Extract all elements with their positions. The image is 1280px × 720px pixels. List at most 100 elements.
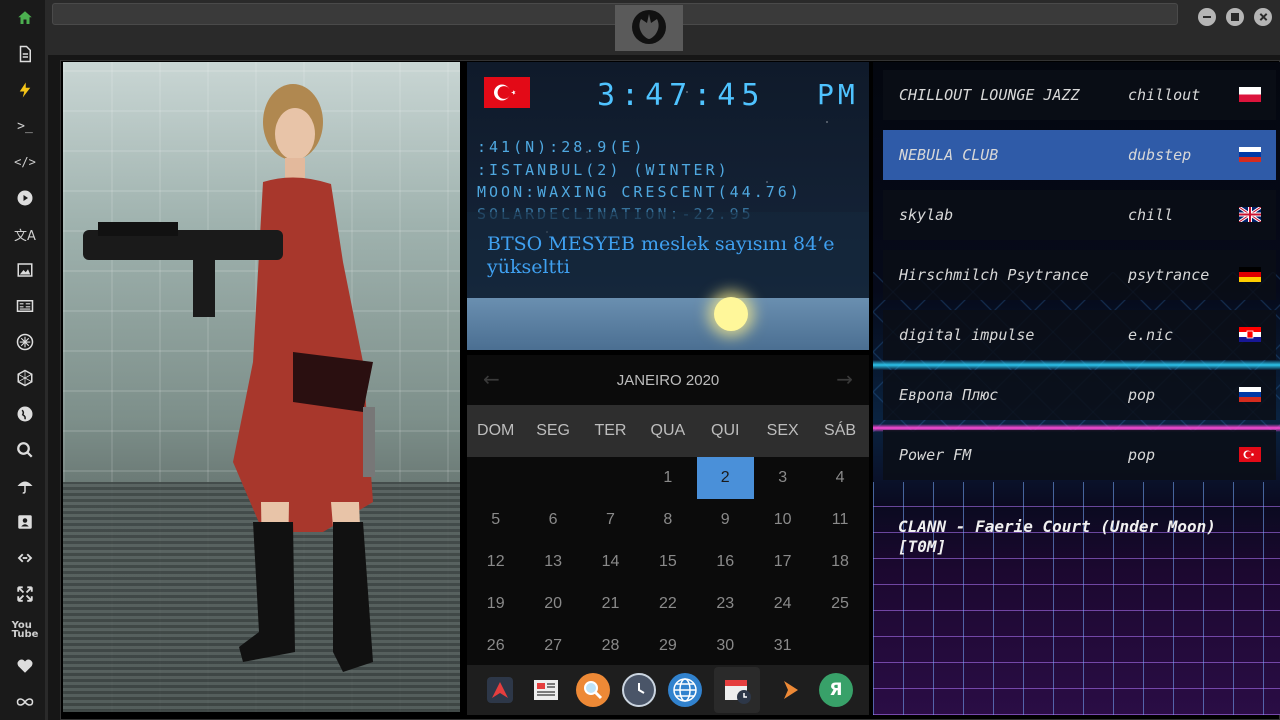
youtube-icon[interactable]: You Tube [12, 618, 39, 642]
next-month-arrow-icon[interactable]: → [836, 367, 853, 391]
arrow-up-app-icon[interactable] [483, 673, 518, 707]
calendar-day[interactable]: 6 [524, 499, 581, 541]
station-name: skylab [899, 206, 954, 224]
calendar-day[interactable]: 1 [639, 457, 696, 499]
calendar-day[interactable]: 27 [524, 625, 581, 667]
station-item-active[interactable]: NEBULA CLUB dubstep [883, 130, 1276, 180]
weekday-label: SÁB [824, 422, 857, 439]
news-headline[interactable]: BTSO MESYEB meslek sayısını 84’e yükselt… [487, 233, 857, 279]
calendar-day[interactable]: 2 [696, 457, 754, 499]
terminal-icon[interactable]: >_ [13, 114, 37, 138]
calendar-day[interactable]: 29 [639, 625, 696, 667]
station-name: NEBULA CLUB [899, 146, 999, 164]
calendar-day[interactable]: 8 [639, 499, 696, 541]
calendar-app-icon[interactable] [714, 667, 761, 713]
calendar-day[interactable]: 15 [639, 541, 696, 583]
calendar-day[interactable]: 19 [467, 583, 524, 625]
calendar-day[interactable]: 12 [467, 541, 524, 583]
clock-app-icon[interactable] [621, 673, 656, 707]
weekday-label: SEX [766, 422, 799, 439]
station-name: Hirschmilch Psytrance [899, 266, 1089, 284]
search-icon[interactable] [13, 438, 37, 462]
news-icon[interactable] [13, 294, 37, 318]
search-app-icon[interactable] [575, 673, 610, 707]
home-icon[interactable] [13, 6, 37, 30]
umbrella-icon[interactable] [13, 474, 37, 498]
news-app-icon[interactable] [529, 673, 563, 707]
calendar-day[interactable]: 28 [582, 625, 639, 667]
calendar-day[interactable]: 31 [754, 625, 811, 667]
prev-month-arrow-icon[interactable]: ← [483, 367, 500, 391]
maximize-button[interactable] [1226, 8, 1244, 26]
star-emblem-icon[interactable] [13, 330, 37, 354]
clock-panel: 3:47:45 PM :41(N):28.9(E) :ISTANBUL(2) (… [467, 62, 869, 350]
weekday-label: TER [594, 422, 627, 439]
clock-ampm: PM [817, 78, 859, 111]
station-item[interactable]: CHILLOUT LOUNGE JAZZ chillout [883, 70, 1276, 120]
hexagon-icon[interactable] [13, 366, 37, 390]
calendar-day[interactable]: 21 [582, 583, 639, 625]
translate-icon[interactable]: 文A [13, 222, 37, 246]
infinity-icon[interactable] [13, 690, 37, 714]
logo-tab[interactable] [615, 5, 683, 51]
minimize-button[interactable] [1198, 8, 1216, 26]
calendar-day[interactable]: 13 [524, 541, 581, 583]
rebel-alliance-icon [632, 10, 666, 44]
document-icon[interactable] [13, 42, 37, 66]
wallpaper-photo [63, 62, 460, 712]
calendar-day[interactable]: 22 [639, 583, 696, 625]
play-app-icon[interactable] [773, 673, 807, 707]
heart-icon[interactable] [13, 654, 37, 678]
calendar-day[interactable]: 5 [467, 499, 524, 541]
weekday-header: DOM SEG TER QUA QUI SEX SÁB [467, 405, 869, 457]
contact-card-icon[interactable] [13, 510, 37, 534]
calendar-day[interactable]: 30 [697, 625, 754, 667]
calendar-day[interactable]: 17 [754, 541, 811, 583]
turkey-flag-icon [1239, 447, 1261, 462]
calendar-day[interactable]: 10 [754, 499, 811, 541]
weekday-label: DOM [477, 422, 515, 439]
calendar-day[interactable]: 24 [754, 583, 811, 625]
play-icon[interactable] [13, 186, 37, 210]
station-item[interactable]: Европа Плюс pop [883, 370, 1276, 420]
calendar-day[interactable]: 26 [467, 625, 524, 667]
calendar-day[interactable]: 11 [811, 499, 868, 541]
station-item[interactable]: digital impulse e.nic [883, 310, 1276, 360]
calendar-day[interactable]: 14 [582, 541, 639, 583]
calendar-day[interactable]: 25 [811, 583, 868, 625]
calendar-day[interactable]: 3 [754, 457, 811, 499]
russia-flag-icon [1239, 147, 1261, 162]
calendar-day[interactable]: 23 [697, 583, 754, 625]
link-icon[interactable] [13, 546, 37, 570]
station-name: CHILLOUT LOUNGE JAZZ [899, 86, 1080, 104]
station-item[interactable]: Hirschmilch Psytrance psytrance [883, 250, 1276, 300]
station-genre: chillout [1128, 86, 1201, 104]
calendar-day[interactable]: 18 [811, 541, 868, 583]
calendar-day[interactable]: 9 [697, 499, 754, 541]
station-name: Европа Плюс [899, 386, 999, 404]
close-button[interactable] [1254, 8, 1272, 26]
calendar-day[interactable]: 16 [697, 541, 754, 583]
moon-phase-text: MOON:WAXING CRESCENT(44.76) [477, 183, 802, 201]
image-icon[interactable] [13, 258, 37, 282]
station-item[interactable]: skylab chill [883, 190, 1276, 240]
yandex-app-icon[interactable]: Я [818, 673, 853, 707]
globe-app-icon[interactable] [668, 673, 703, 707]
photo-figure [83, 84, 375, 672]
globe-icon[interactable] [13, 402, 37, 426]
cyan-horizon [873, 360, 1280, 370]
app-dock: Я [467, 665, 869, 715]
calendar-day[interactable]: 7 [582, 499, 639, 541]
calendar-empty-cell [467, 457, 524, 499]
code-icon[interactable]: </> [13, 150, 37, 174]
calendar-day[interactable]: 4 [811, 457, 868, 499]
lightning-icon[interactable] [13, 78, 37, 102]
station-genre: dubstep [1128, 146, 1192, 164]
station-name: digital impulse [899, 326, 1035, 344]
expand-icon[interactable] [13, 582, 37, 606]
calendar-day[interactable]: 20 [524, 583, 581, 625]
turkey-flag-icon [484, 77, 530, 108]
poland-flag-icon [1239, 87, 1261, 102]
station-item[interactable]: Power FM pop [883, 430, 1276, 480]
station-genre: e.nic [1128, 326, 1174, 344]
